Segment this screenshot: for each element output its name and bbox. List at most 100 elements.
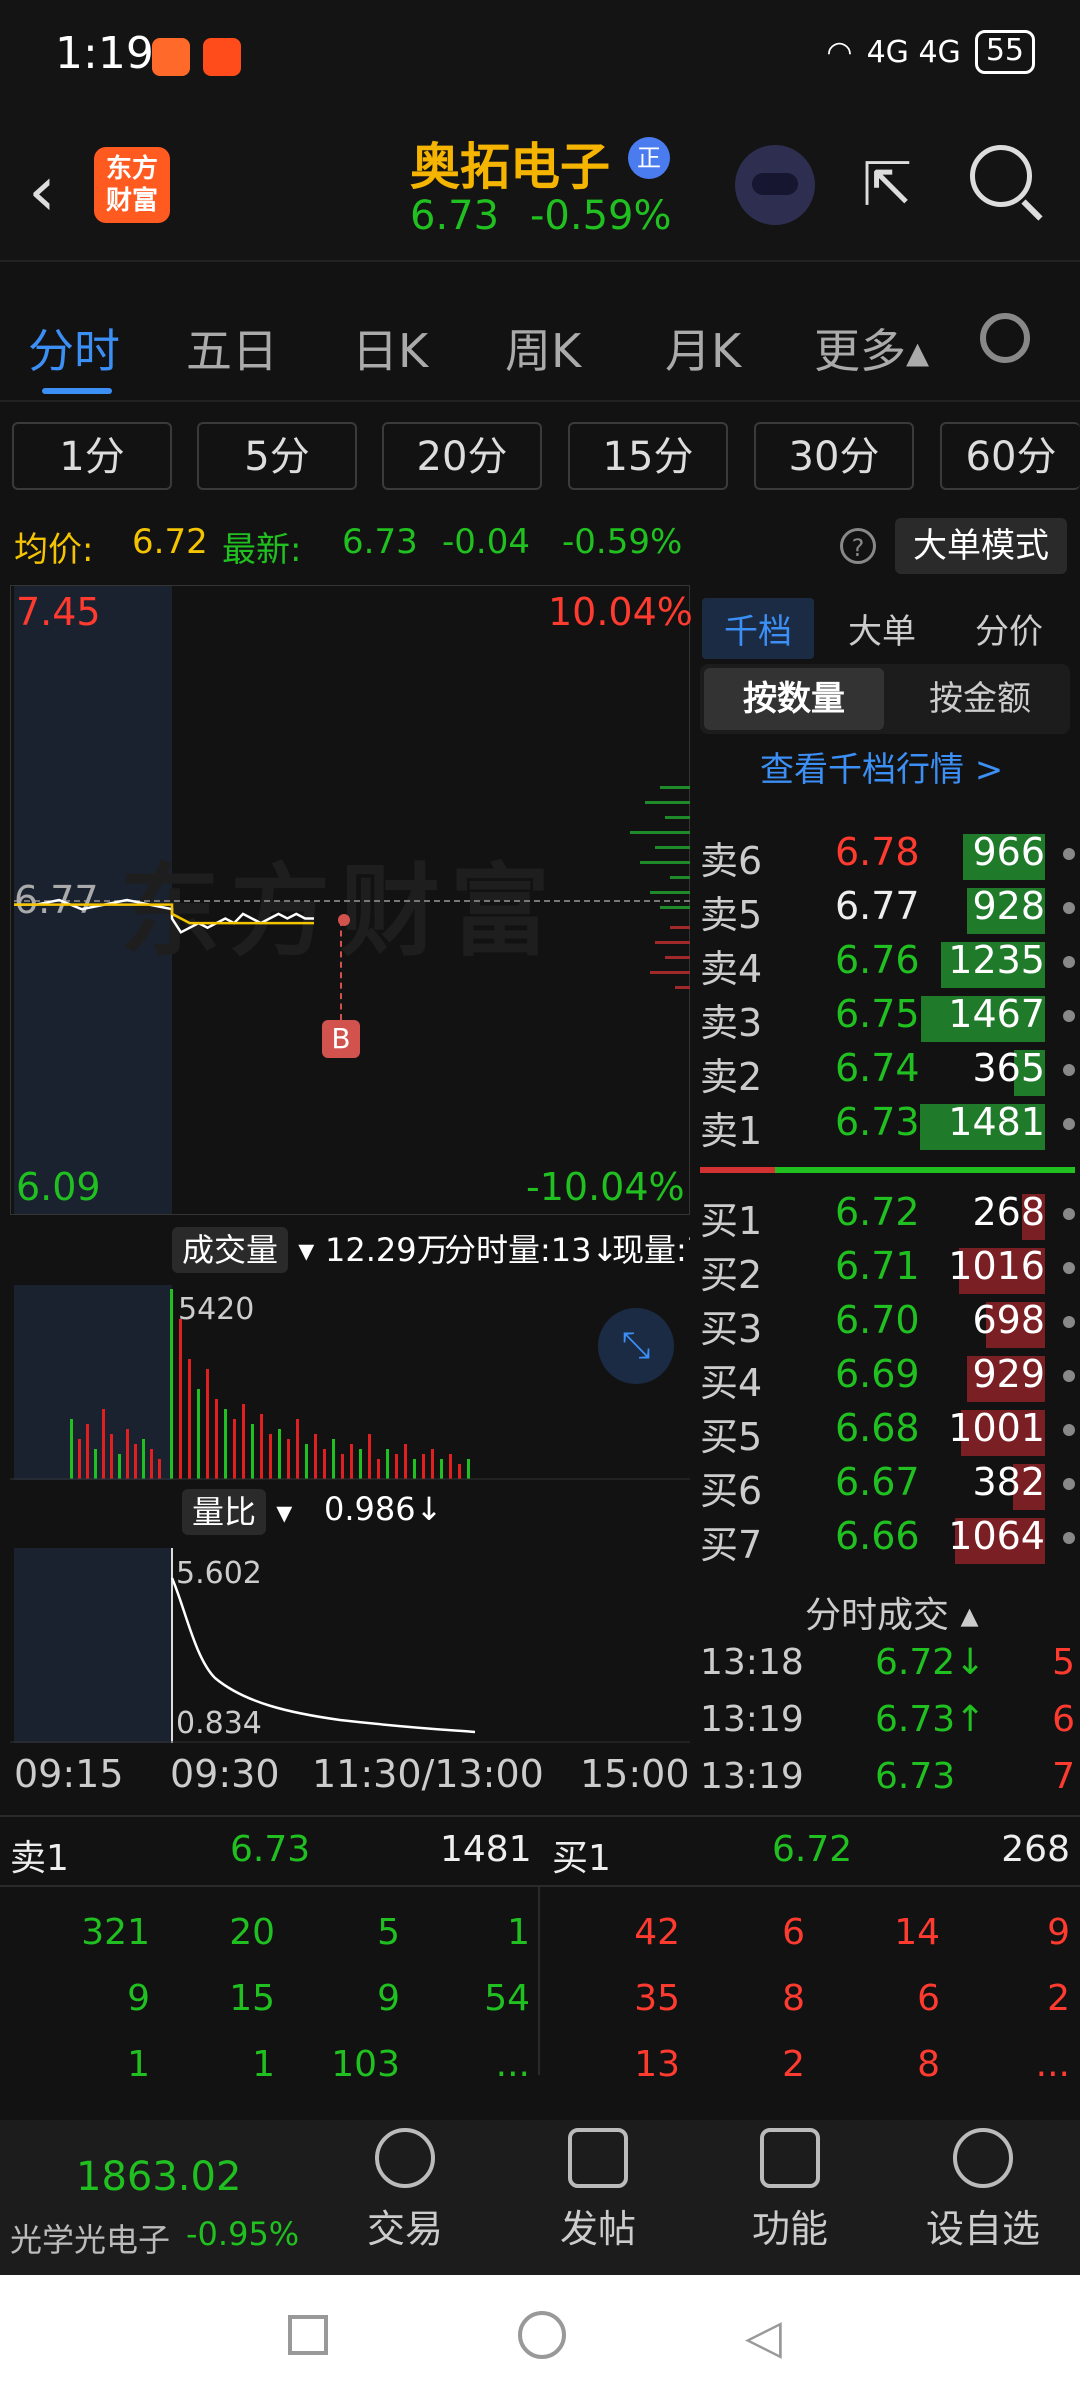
stock-name[interactable]: 奥拓电子 (410, 127, 610, 199)
chart-tabs: 分时 五日 日K 周K 月K 更多▴ (0, 285, 1080, 402)
volume-bar (206, 1369, 209, 1479)
level-price: 6.70 (835, 1298, 920, 1342)
expand-icon[interactable]: ⤡ (598, 1308, 674, 1384)
bid-row[interactable]: 买3 6.70 698 (700, 1298, 1075, 1352)
volume-bar (467, 1459, 470, 1479)
help-icon[interactable]: ? (840, 528, 876, 564)
period-30min[interactable]: 30分 (754, 422, 914, 490)
back-arrow-icon[interactable]: ‹ (28, 150, 56, 232)
big-order-mode-button[interactable]: 大单模式 (895, 518, 1067, 574)
nav-functions[interactable]: 功能 (730, 2128, 850, 2253)
tab-depth[interactable]: 千档 (702, 598, 814, 659)
buy-marker[interactable]: B (322, 1020, 360, 1058)
tab-more[interactable]: 更多▴ (814, 315, 929, 381)
volume-bar (102, 1409, 105, 1479)
period-5min[interactable]: 5分 (197, 422, 357, 490)
volume-bar (233, 1419, 236, 1479)
bid-row[interactable]: 买4 6.69 929 (700, 1352, 1075, 1406)
recent-apps-icon[interactable] (288, 2315, 328, 2355)
time-label-open-auction: 09:15 (14, 1752, 124, 1796)
tab-intraday[interactable]: 分时 (28, 315, 120, 381)
view-full-depth-link[interactable]: 查看千档行情 > (760, 742, 1003, 791)
tab-weekly-k[interactable]: 周K (505, 315, 581, 381)
ask-row[interactable]: 卖1 6.73 1481 (700, 1100, 1075, 1154)
queue-buy-cell: 2 (782, 2044, 805, 2085)
volume-bar (269, 1434, 272, 1479)
status-time: 1:19 (55, 28, 154, 79)
nav-post[interactable]: 发帖 (538, 2128, 658, 2253)
quantity-amount-toggle[interactable]: 按数量 按金额 (700, 664, 1070, 734)
bid-row[interactable]: 买6 6.67 382 (700, 1460, 1075, 1514)
queue-buy-cell: 9 (1047, 1912, 1070, 1953)
level-name: 卖4 (700, 947, 763, 991)
back-nav-icon[interactable]: ◁ (745, 2309, 782, 2365)
volume-bar (179, 1319, 182, 1479)
ask-row[interactable]: 卖6 6.78 966 (700, 830, 1075, 884)
volume-bar (440, 1459, 443, 1479)
volume-bar (70, 1419, 73, 1479)
queue-buy-cell: 42 (634, 1912, 680, 1953)
search-icon[interactable] (970, 145, 1032, 207)
volume-bar (260, 1414, 263, 1479)
queue-buy-cell: 6 (917, 1978, 940, 2019)
grid-icon (760, 2128, 820, 2188)
settings-gear-icon[interactable] (980, 313, 1030, 363)
system-nav-bar: ◁ (0, 2275, 1080, 2388)
bid-row[interactable]: 买2 6.71 1016 (700, 1244, 1075, 1298)
volume-bar (377, 1459, 380, 1479)
depth-bar (640, 861, 690, 864)
eastmoney-logo[interactable]: 东方 财富 (94, 147, 170, 223)
nav-add-watchlist[interactable]: 设自选 (923, 2128, 1043, 2253)
tab-monthly-k[interactable]: 月K (665, 315, 741, 381)
level-price: 6.68 (835, 1406, 920, 1450)
tick-price: 6.73↑ (875, 1699, 986, 1740)
level-name: 卖6 (700, 839, 763, 883)
depth-bar (655, 846, 690, 849)
period-20min[interactable]: 20分 (382, 422, 542, 490)
stock-price: 6.73 (410, 193, 500, 239)
volume-selector[interactable]: 成交量 ▾ (172, 1225, 314, 1273)
tab-daily-k[interactable]: 日K (352, 315, 428, 381)
level-price: 6.78 (835, 830, 920, 874)
volume-bar (197, 1389, 200, 1479)
home-icon[interactable] (518, 2311, 566, 2359)
level-qty: 1001 (948, 1406, 1045, 1450)
bid-row[interactable]: 买1 6.72 268 (700, 1190, 1075, 1244)
period-1min[interactable]: 1分 (12, 422, 172, 490)
level-price: 6.71 (835, 1244, 920, 1288)
bid-row[interactable]: 买7 6.66 1064 (700, 1514, 1075, 1568)
ask-row[interactable]: 卖5 6.77 928 (700, 884, 1075, 938)
tab-big-order[interactable]: 大单 (848, 604, 916, 653)
avg-label: 均价: (14, 530, 94, 570)
toggle-by-quantity[interactable]: 按数量 (704, 668, 884, 730)
sector-index-value[interactable]: 1863.02 (76, 2154, 241, 2200)
queue-buy-price: 6.72 (772, 1829, 853, 1870)
robot-face (752, 173, 798, 195)
toggle-by-amount[interactable]: 按金额 (890, 668, 1070, 730)
level-dot (1063, 848, 1075, 860)
bid-row[interactable]: 买5 6.68 1001 (700, 1406, 1075, 1460)
level-qty: 365 (972, 1046, 1045, 1090)
queue-sell-cell: 1 (252, 2044, 275, 2085)
ratio-selector[interactable]: 量比 ▾ (182, 1487, 292, 1535)
tab-five-day[interactable]: 五日 (186, 315, 278, 381)
latest-label: 最新: (222, 530, 302, 570)
ask-row[interactable]: 卖2 6.74 365 (700, 1046, 1075, 1100)
level-price: 6.72 (835, 1190, 920, 1234)
level-price: 6.77 (835, 884, 920, 928)
latest-value: 6.73 (342, 522, 418, 562)
time-label-close: 15:00 (580, 1752, 690, 1796)
nav-trade[interactable]: 交易 (345, 2128, 465, 2253)
period-60min[interactable]: 60分 (940, 422, 1080, 490)
logo-line-2: 财富 (105, 186, 158, 216)
period-15min[interactable]: 15分 (568, 422, 728, 490)
ticks-title[interactable]: 分时成交 ▴ (805, 1586, 979, 1638)
sector-name[interactable]: 光学光电子 (10, 2215, 170, 2261)
level-qty: 1481 (948, 1100, 1045, 1144)
share-icon[interactable]: ⇱ (862, 150, 912, 220)
tab-price-dist[interactable]: 分价 (975, 604, 1043, 653)
volume-bar (314, 1434, 317, 1479)
ask-row[interactable]: 卖3 6.75 1467 (700, 992, 1075, 1046)
queue-sell-label: 卖1 (10, 1838, 69, 1879)
ask-row[interactable]: 卖4 6.76 1235 (700, 938, 1075, 992)
